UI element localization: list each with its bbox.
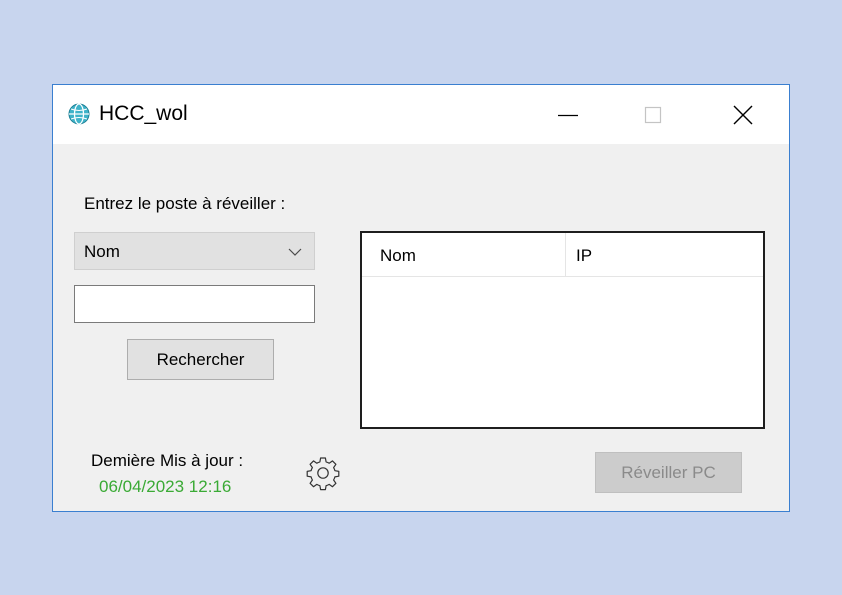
minimize-button[interactable] xyxy=(538,85,598,144)
maximize-button xyxy=(623,85,683,144)
network-globe-icon xyxy=(68,103,90,125)
wake-pc-button[interactable]: Réveiller PC xyxy=(595,452,742,493)
last-update-label: Demière Mis à jour : xyxy=(91,451,244,470)
title-bar[interactable]: HCC_wol xyxy=(53,85,789,144)
minimize-icon xyxy=(558,114,578,116)
results-header: Nom IP xyxy=(362,233,763,277)
search-button[interactable]: Rechercher xyxy=(127,339,274,380)
window-title: HCC_wol xyxy=(99,102,188,125)
gear-icon[interactable] xyxy=(305,455,341,491)
column-header-nom[interactable]: Nom xyxy=(362,233,566,276)
column-header-ip[interactable]: IP xyxy=(566,233,763,276)
results-list[interactable]: Nom IP xyxy=(360,231,765,429)
maximize-icon xyxy=(644,106,662,123)
filter-select-value: Nom xyxy=(84,242,120,261)
prompt-label: Entrez le poste à réveiller : xyxy=(84,194,286,213)
close-button[interactable] xyxy=(713,85,773,144)
search-input[interactable] xyxy=(74,285,315,323)
app-window: HCC_wol Entrez le poste à réveiller : No… xyxy=(52,84,790,512)
filter-select[interactable]: Nom xyxy=(74,232,315,270)
chevron-down-icon xyxy=(288,248,302,256)
close-icon xyxy=(733,105,753,124)
last-update-value: 06/04/2023 12:16 xyxy=(99,477,232,496)
